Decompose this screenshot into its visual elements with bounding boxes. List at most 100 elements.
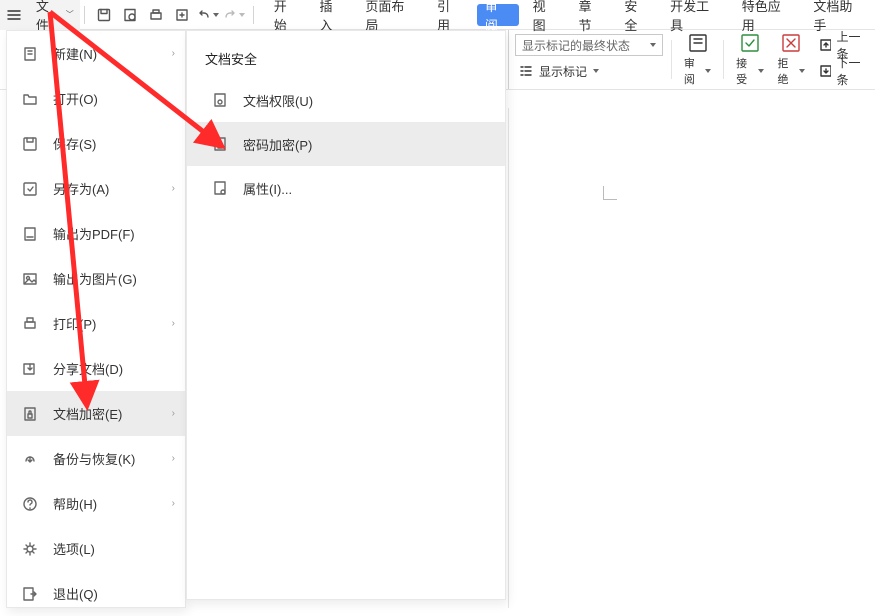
tab-security[interactable]: 安全 xyxy=(614,0,660,30)
output-qat-button[interactable] xyxy=(171,4,193,26)
review-ribbon-group: 显示标记的最终状态 显示标记 审阅 接受 拒绝 上 xyxy=(508,30,875,89)
chevron-down-icon xyxy=(650,43,656,47)
file-menu-exit[interactable]: 退出(Q) xyxy=(7,571,185,616)
new-file-icon xyxy=(21,45,39,63)
file-menu-save[interactable]: 保存(S) xyxy=(7,121,185,166)
tab-layout[interactable]: 页面布局 xyxy=(355,0,427,30)
chevron-right-icon: › xyxy=(172,48,175,59)
menu-icon-button[interactable] xyxy=(0,0,28,30)
next-change-button[interactable]: 下一条 xyxy=(819,60,869,82)
arrow-up-icon xyxy=(819,38,832,52)
accept-label: 接受 xyxy=(736,55,755,87)
file-menu-label: 文档加密(E) xyxy=(53,404,122,423)
file-menu-exportimg[interactable]: 输出为图片(G) xyxy=(7,256,185,301)
save-qat-button[interactable] xyxy=(93,4,115,26)
save-icon xyxy=(21,135,39,153)
page xyxy=(509,112,875,608)
quick-access-toolbar xyxy=(89,4,249,26)
redo-icon xyxy=(223,8,237,22)
file-menu-backup[interactable]: 备份与恢复(K) › xyxy=(7,436,185,481)
file-menu-saveas[interactable]: 另存为(A) › xyxy=(7,166,185,211)
divider xyxy=(723,40,724,79)
tab-special[interactable]: 特色应用 xyxy=(732,0,804,30)
chevron-right-icon: › xyxy=(172,408,175,419)
file-menu-label: 帮助(H) xyxy=(53,494,97,513)
accept-icon xyxy=(740,33,760,53)
submenu-permissions[interactable]: 文档权限(U) xyxy=(187,78,505,122)
image-icon xyxy=(21,270,39,288)
tab-chapter[interactable]: 章节 xyxy=(568,0,614,30)
file-menu-label: 备份与恢复(K) xyxy=(53,449,135,468)
reject-button[interactable]: 拒绝 xyxy=(774,34,809,85)
submenu-label: 文档权限(U) xyxy=(243,91,313,110)
chevron-down-icon xyxy=(758,69,764,73)
tab-review[interactable]: 审阅 xyxy=(477,4,519,26)
submenu-properties[interactable]: 属性(I)... xyxy=(187,166,505,210)
file-menu-open[interactable]: 打开(O) xyxy=(7,76,185,121)
submenu-label: 密码加密(P) xyxy=(243,135,312,154)
file-menu-exportpdf[interactable]: 输出为PDF(F) xyxy=(7,211,185,256)
file-menu-label: 另存为(A) xyxy=(53,179,109,198)
file-menu-button[interactable]: 文件 ﹀ xyxy=(28,0,80,30)
file-menu-help[interactable]: 帮助(H) › xyxy=(7,481,185,526)
folder-icon xyxy=(21,90,39,108)
mark-display-state-combo[interactable]: 显示标记的最终状态 xyxy=(515,34,663,56)
document-area[interactable] xyxy=(508,90,875,608)
page-corner-marker xyxy=(603,186,617,200)
file-menu-label: 保存(S) xyxy=(53,134,96,153)
chevron-down-icon xyxy=(593,69,599,73)
save-icon xyxy=(97,8,111,22)
reject-icon xyxy=(781,33,801,53)
chevron-right-icon: › xyxy=(172,453,175,464)
output-icon xyxy=(175,8,189,22)
redo-button[interactable] xyxy=(223,4,245,26)
file-menu-label: 文件 xyxy=(36,0,62,34)
tab-reference[interactable]: 引用 xyxy=(427,0,473,30)
review-pane-label: 审阅 xyxy=(684,55,703,87)
separator xyxy=(84,6,85,24)
tab-view[interactable]: 视图 xyxy=(523,0,569,30)
chevron-down-icon: ﹀ xyxy=(66,9,74,20)
submenu-header: 文档安全 xyxy=(187,31,505,78)
print-preview-icon xyxy=(123,8,137,22)
list-icon xyxy=(519,64,533,78)
save-as-icon xyxy=(21,180,39,198)
print-qat-button[interactable] xyxy=(145,4,167,26)
submenu-password-encrypt[interactable]: 密码加密(P) xyxy=(187,122,505,166)
top-toolbar: 文件 ﹀ 开始 插入 页面布局 引用 审阅 视图 章节 安全 开发工具 特色应用… xyxy=(0,0,875,30)
file-menu-encrypt[interactable]: 文档加密(E) › xyxy=(7,391,185,436)
file-menu-new[interactable]: 新建(N) › xyxy=(7,31,185,76)
pdf-icon xyxy=(21,225,39,243)
file-menu-label: 打开(O) xyxy=(53,89,98,108)
chevron-right-icon: › xyxy=(172,318,175,329)
tab-devtools[interactable]: 开发工具 xyxy=(660,0,732,30)
tab-assistant[interactable]: 文档助手 xyxy=(803,0,875,30)
file-menu-options[interactable]: 选项(L) xyxy=(7,526,185,571)
help-icon xyxy=(21,495,39,513)
backup-icon xyxy=(21,450,39,468)
ribbon-tabs: 开始 插入 页面布局 引用 审阅 视图 章节 安全 开发工具 特色应用 文档助手 xyxy=(264,0,875,30)
tab-start[interactable]: 开始 xyxy=(264,0,310,30)
file-menu-share[interactable]: 分享文档(D) xyxy=(7,346,185,391)
marks-display-group: 显示标记的最终状态 显示标记 xyxy=(515,34,663,85)
file-menu-label: 新建(N) xyxy=(53,44,97,63)
lock-icon xyxy=(21,405,39,423)
file-menu-label: 分享文档(D) xyxy=(53,359,123,378)
review-pane-button[interactable]: 审阅 xyxy=(680,34,715,85)
show-marks-button[interactable]: 显示标记 xyxy=(515,60,663,82)
share-icon xyxy=(21,360,39,378)
hamburger-icon xyxy=(7,8,21,22)
print-preview-qat-button[interactable] xyxy=(119,4,141,26)
file-menu-print[interactable]: 打印(P) › xyxy=(7,301,185,346)
arrow-down-icon xyxy=(819,64,832,78)
file-menu-panel: 新建(N) › 打开(O) 保存(S) 另存为(A) › 输出为PDF(F) 输… xyxy=(6,30,186,608)
password-lock-icon xyxy=(211,135,229,153)
gear-icon xyxy=(21,540,39,558)
tab-insert[interactable]: 插入 xyxy=(310,0,356,30)
next-change-label: 下一条 xyxy=(836,54,869,88)
accept-button[interactable]: 接受 xyxy=(732,34,767,85)
prev-change-button[interactable]: 上一条 xyxy=(819,34,869,56)
undo-button[interactable] xyxy=(197,4,219,26)
chevron-right-icon: › xyxy=(172,498,175,509)
file-menu-label: 退出(Q) xyxy=(53,584,98,603)
